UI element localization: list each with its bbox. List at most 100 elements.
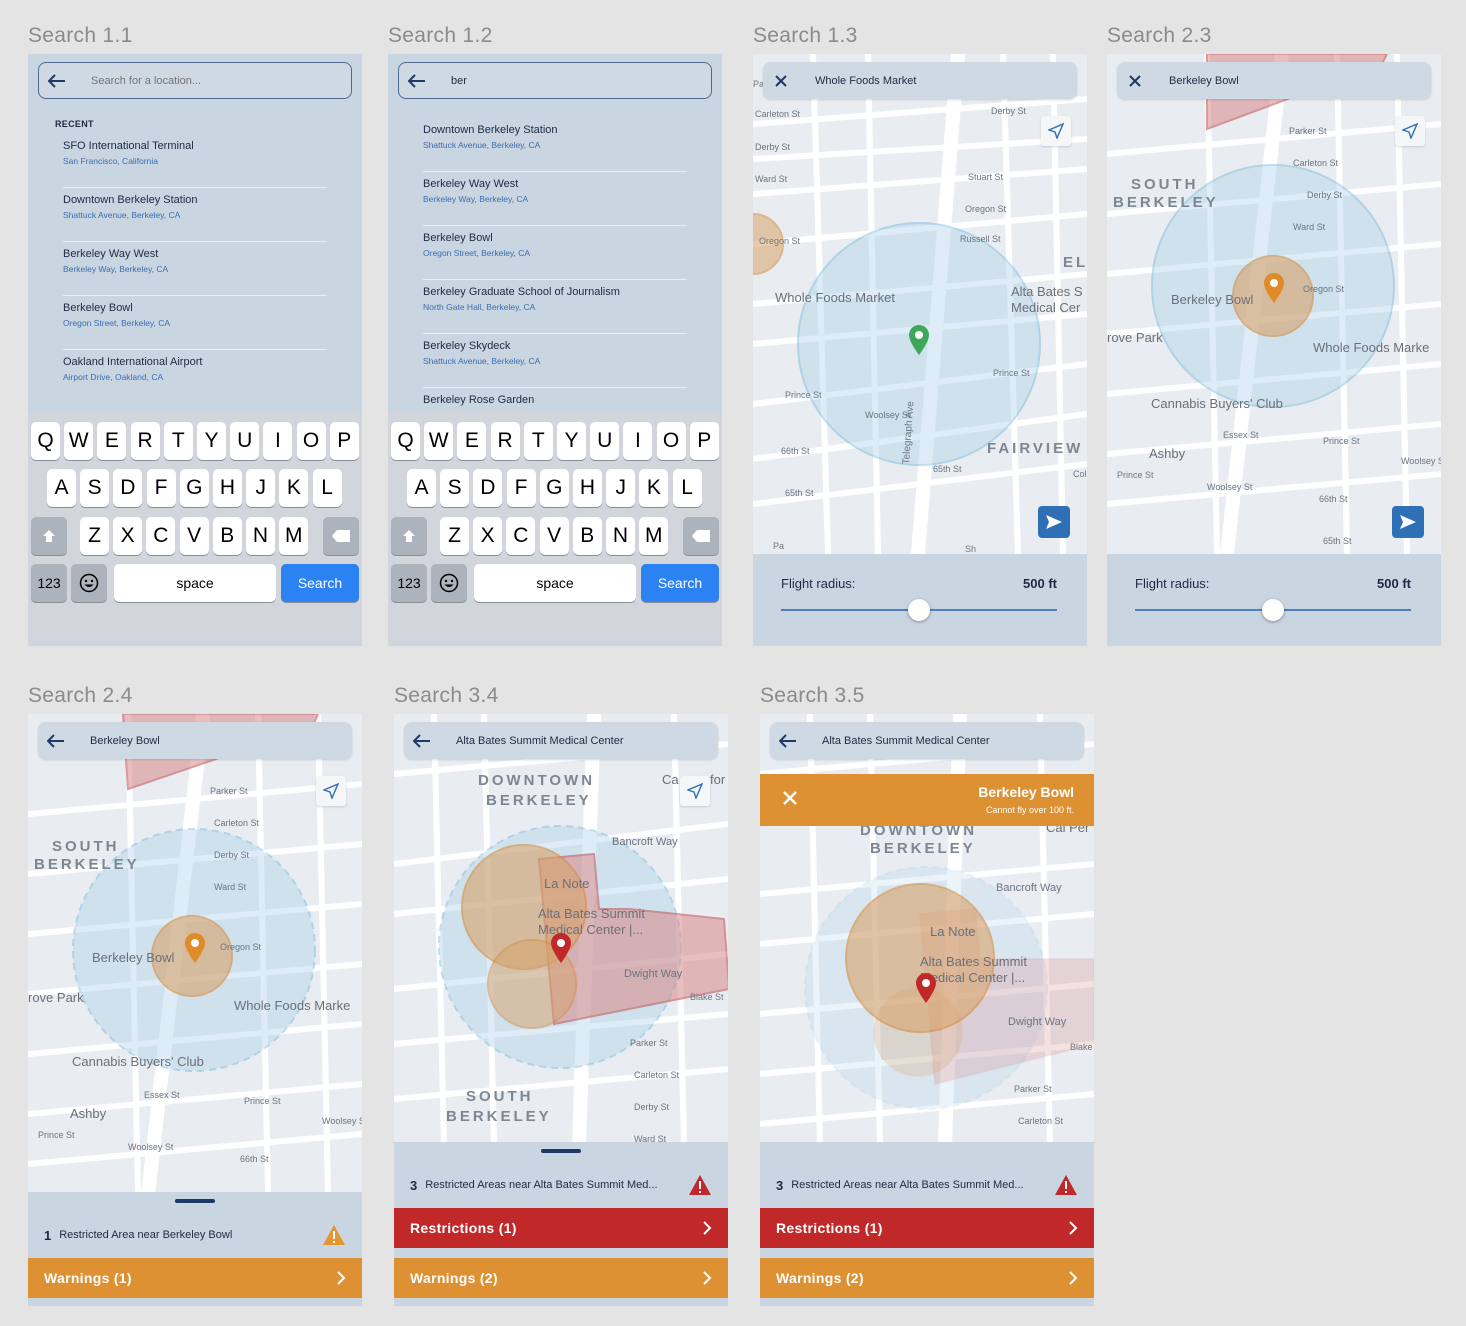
list-item[interactable]: Berkeley Bowl Oregon Street, Berkeley, CA <box>423 226 687 280</box>
warnings-button[interactable]: Warnings (1) <box>28 1258 362 1298</box>
map[interactable]: SOUTH BERKELEY Parker St Carleton St Der… <box>1107 54 1441 554</box>
locate-me-button[interactable] <box>316 776 346 806</box>
location-pin-icon[interactable] <box>907 324 931 356</box>
key-k[interactable]: K <box>639 469 669 507</box>
key-d[interactable]: D <box>473 469 503 507</box>
warnings-button[interactable]: Warnings (2) <box>394 1258 728 1298</box>
back-arrow-icon[interactable] <box>404 733 440 748</box>
key-o[interactable]: O <box>656 422 686 460</box>
key-b[interactable]: B <box>572 517 602 555</box>
list-item[interactable]: Downtown Berkeley Station Shattuck Avenue… <box>423 118 687 172</box>
location-pin-icon[interactable] <box>1262 272 1286 304</box>
key-o[interactable]: O <box>296 422 326 460</box>
search-bar[interactable]: Alta Bates Summit Medical Center <box>404 722 718 759</box>
key-m[interactable]: M <box>279 517 309 555</box>
locate-me-button[interactable] <box>1395 116 1425 146</box>
close-icon[interactable] <box>763 74 799 87</box>
list-item[interactable]: Berkeley Graduate School of Journalism No… <box>423 280 687 334</box>
locate-me-button[interactable] <box>680 776 710 806</box>
key-e[interactable]: E <box>457 422 487 460</box>
restricted-summary[interactable]: 1 Restricted Area near Berkeley Bowl <box>44 1224 346 1246</box>
location-pin-icon[interactable] <box>183 932 207 964</box>
key-c[interactable]: C <box>506 517 536 555</box>
key-e[interactable]: E <box>97 422 127 460</box>
fly-button[interactable] <box>1038 506 1070 538</box>
search-input[interactable]: Alta Bates Summit Medical Center <box>822 735 990 747</box>
key-h[interactable]: H <box>213 469 242 507</box>
shift-key[interactable] <box>391 517 427 555</box>
list-item[interactable]: Berkeley Way West Berkeley Way, Berkeley,… <box>423 172 687 226</box>
list-item[interactable]: Berkeley Bowl Oregon Street, Berkeley, CA <box>63 296 327 350</box>
key-c[interactable]: C <box>146 517 176 555</box>
back-arrow-icon[interactable] <box>39 73 75 88</box>
key-j[interactable]: J <box>246 469 276 507</box>
key-g[interactable]: G <box>539 469 569 507</box>
key-t[interactable]: T <box>163 422 193 460</box>
key-y[interactable]: Y <box>197 422 226 460</box>
map[interactable]: Pa Carleton St Derby St Ward St Derby St… <box>753 54 1087 554</box>
radius-slider-thumb[interactable] <box>1262 599 1284 621</box>
key-k[interactable]: K <box>279 469 309 507</box>
map[interactable]: DOWNTOWN BERKELEY Ca for Bancroft Way La… <box>394 714 728 1144</box>
key-m[interactable]: M <box>639 517 669 555</box>
key-z[interactable]: Z <box>440 517 469 555</box>
search-input[interactable]: ber <box>451 75 467 87</box>
key-y[interactable]: Y <box>557 422 586 460</box>
key-w[interactable]: W <box>64 422 94 460</box>
search-bar[interactable] <box>38 62 352 99</box>
key-r[interactable]: R <box>490 422 520 460</box>
key-u[interactable]: U <box>230 422 260 460</box>
key-h[interactable]: H <box>573 469 602 507</box>
search-bar[interactable]: ber <box>398 62 712 99</box>
map[interactable]: SOUTH BERKELEY Parker St Carleton St Der… <box>28 714 362 1194</box>
restricted-summary[interactable]: 3 Restricted Areas near Alta Bates Summi… <box>410 1174 712 1196</box>
back-arrow-icon[interactable] <box>38 733 74 748</box>
key-x[interactable]: X <box>113 517 143 555</box>
list-item[interactable]: Berkeley Skydeck Shattuck Avenue, Berkele… <box>423 334 687 388</box>
key-s[interactable]: S <box>80 469 110 507</box>
delete-key[interactable] <box>323 517 359 555</box>
space-key[interactable]: space <box>474 564 636 602</box>
key-p[interactable]: P <box>329 422 359 460</box>
key-s[interactable]: S <box>440 469 470 507</box>
warnings-button[interactable]: Warnings (2) <box>760 1258 1094 1298</box>
search-input[interactable]: Alta Bates Summit Medical Center <box>456 735 624 747</box>
space-key[interactable]: space <box>114 564 276 602</box>
list-item[interactable]: Berkeley Way West Berkeley Way, Berkeley,… <box>63 242 327 296</box>
radius-slider-thumb[interactable] <box>908 599 930 621</box>
emoji-key[interactable] <box>431 564 467 602</box>
locate-me-button[interactable] <box>1041 116 1071 146</box>
key-f[interactable]: F <box>146 469 176 507</box>
search-bar[interactable]: Berkeley Bowl <box>1117 62 1431 99</box>
drag-handle[interactable] <box>541 1149 581 1153</box>
key-n[interactable]: N <box>246 517 275 555</box>
key-l[interactable]: L <box>672 469 702 507</box>
list-item[interactable]: Downtown Berkeley Station Shattuck Avenue… <box>63 188 327 242</box>
key-v[interactable]: V <box>179 517 209 555</box>
search-bar[interactable]: Alta Bates Summit Medical Center <box>770 722 1084 759</box>
back-arrow-icon[interactable] <box>399 73 435 88</box>
key-a[interactable]: A <box>47 469 76 507</box>
back-arrow-icon[interactable] <box>770 733 806 748</box>
close-icon[interactable] <box>1117 74 1153 87</box>
key-a[interactable]: A <box>407 469 436 507</box>
restrictions-button[interactable]: Restrictions (1) <box>394 1208 728 1248</box>
key-x[interactable]: X <box>473 517 503 555</box>
key-r[interactable]: R <box>130 422 160 460</box>
key-z[interactable]: Z <box>80 517 109 555</box>
key-l[interactable]: L <box>312 469 342 507</box>
key-i[interactable]: I <box>263 422 293 460</box>
search-input[interactable]: Berkeley Bowl <box>1169 75 1239 87</box>
key-n[interactable]: N <box>606 517 635 555</box>
key-u[interactable]: U <box>590 422 620 460</box>
key-w[interactable]: W <box>424 422 454 460</box>
shift-key[interactable] <box>31 517 67 555</box>
key-q[interactable]: Q <box>31 422 60 460</box>
restricted-summary[interactable]: 3 Restricted Areas near Alta Bates Summi… <box>776 1174 1078 1196</box>
list-item[interactable]: Oakland International Airport Airport Dri… <box>63 350 327 404</box>
key-q[interactable]: Q <box>391 422 420 460</box>
search-key[interactable]: Search <box>641 564 719 602</box>
key-g[interactable]: G <box>179 469 209 507</box>
search-bar[interactable]: Whole Foods Market <box>763 62 1077 99</box>
emoji-key[interactable] <box>71 564 107 602</box>
